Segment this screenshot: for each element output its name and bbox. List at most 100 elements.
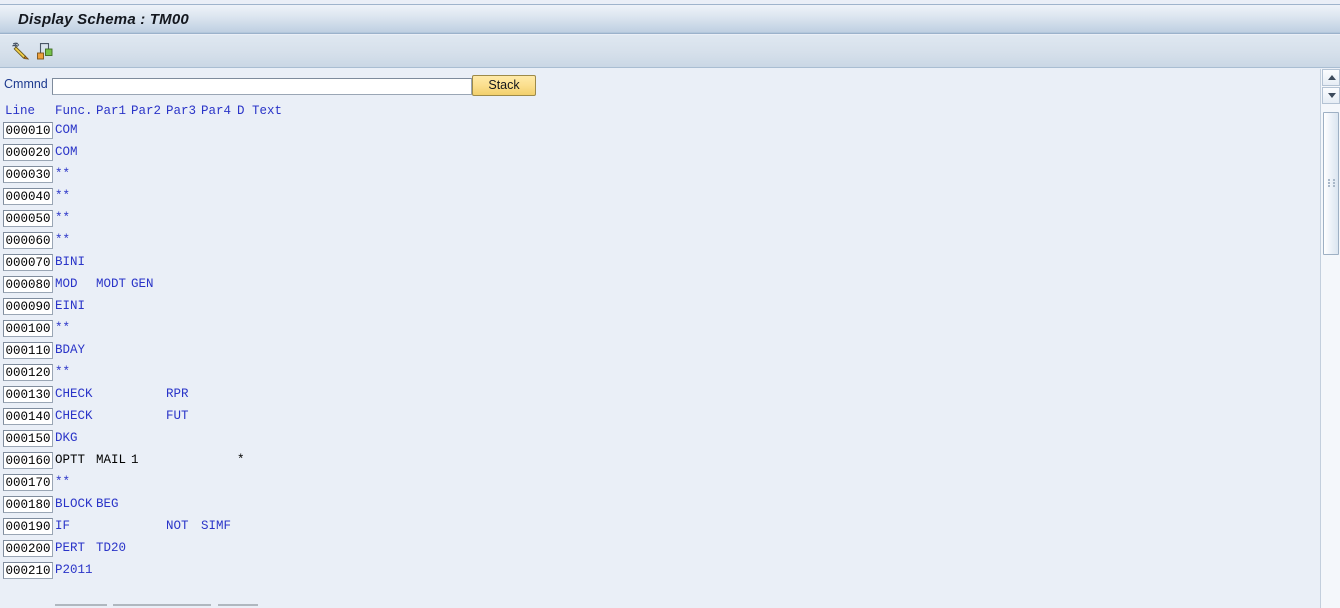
table-row[interactable]: 000050 **: [0, 210, 1320, 232]
clipped-row-strip: [0, 604, 1320, 608]
grid-column-header: Line Func. Par1 Par2 Par3 Par4 D Text: [0, 104, 1320, 120]
table-row[interactable]: 000180 BLOCK BEG: [0, 496, 1320, 518]
command-label: Cmmnd: [4, 77, 48, 91]
line-number-field[interactable]: 000100: [3, 320, 53, 337]
table-row[interactable]: 000190 IF NOT SIMF: [0, 518, 1320, 540]
column-header-par3: Par3: [166, 104, 197, 118]
line-number-field[interactable]: 000070: [3, 254, 53, 271]
cell-func[interactable]: MOD: [55, 277, 78, 292]
table-row[interactable]: 000100 **: [0, 320, 1320, 342]
table-row[interactable]: 000210 P2011: [0, 562, 1320, 584]
grip-dots-icon: [1328, 179, 1335, 187]
table-row[interactable]: 000130 CHECK RPR: [0, 386, 1320, 408]
table-row[interactable]: 000060 **: [0, 232, 1320, 254]
table-row[interactable]: 000080 MOD MODT GEN: [0, 276, 1320, 298]
cell-func[interactable]: **: [55, 365, 70, 380]
cell-func[interactable]: **: [55, 475, 70, 490]
schema-hierarchy-icon[interactable]: [34, 40, 58, 63]
line-number-field[interactable]: 000210: [3, 562, 53, 579]
cell-par3[interactable]: FUT: [166, 409, 189, 424]
column-header-text: Text: [252, 104, 283, 118]
line-number-field[interactable]: 000020: [3, 144, 53, 161]
column-header-func: Func.: [55, 104, 93, 118]
table-row[interactable]: 000040 **: [0, 188, 1320, 210]
cell-par1[interactable]: TD20: [96, 541, 126, 556]
cell-func[interactable]: **: [55, 167, 70, 182]
table-row[interactable]: 000010 COM: [0, 122, 1320, 144]
cell-func[interactable]: PERT: [55, 541, 85, 556]
line-number-field[interactable]: 000040: [3, 188, 53, 205]
line-number-field[interactable]: 000030: [3, 166, 53, 183]
cell-par1[interactable]: MAIL: [96, 453, 126, 468]
chevron-up-icon: [1328, 75, 1336, 80]
line-number-field[interactable]: 000170: [3, 474, 53, 491]
table-row[interactable]: 000090 EINI: [0, 298, 1320, 320]
cell-func[interactable]: **: [55, 189, 70, 204]
schema-grid: 000010 COM 000020 COM 000030 ** 000040 ** 000050…: [0, 122, 1320, 608]
cell-func[interactable]: IF: [55, 519, 70, 534]
line-number-field[interactable]: 000110: [3, 342, 53, 359]
column-header-par4: Par4: [201, 104, 232, 118]
page-title: Display Schema : TM00: [18, 11, 189, 28]
cell-func[interactable]: COM: [55, 123, 78, 138]
column-header-d: D: [237, 104, 245, 118]
line-number-field[interactable]: 000050: [3, 210, 53, 227]
cell-par3[interactable]: NOT: [166, 519, 189, 534]
cell-func[interactable]: BLOCK: [55, 497, 93, 512]
vertical-scrollbar[interactable]: [1320, 69, 1340, 608]
cell-par2[interactable]: GEN: [131, 277, 154, 292]
table-row[interactable]: 000020 COM: [0, 144, 1320, 166]
cell-func[interactable]: **: [55, 211, 70, 226]
scrollbar-thumb[interactable]: [1323, 112, 1339, 255]
chevron-down-icon: [1328, 93, 1336, 98]
cell-func[interactable]: BDAY: [55, 343, 85, 358]
column-header-par2: Par2: [131, 104, 162, 118]
command-input[interactable]: [52, 78, 472, 95]
line-number-field[interactable]: 000180: [3, 496, 53, 513]
cell-func[interactable]: P2011: [55, 563, 93, 578]
line-number-field[interactable]: 000080: [3, 276, 53, 293]
cell-func[interactable]: CHECK: [55, 387, 93, 402]
line-number-field[interactable]: 000150: [3, 430, 53, 447]
cell-func[interactable]: DKG: [55, 431, 78, 446]
table-row[interactable]: 000200 PERT TD20: [0, 540, 1320, 562]
stack-button[interactable]: Stack: [472, 75, 536, 96]
cell-func[interactable]: COM: [55, 145, 78, 160]
cell-func[interactable]: **: [55, 233, 70, 248]
scroll-up-button[interactable]: [1322, 69, 1340, 86]
table-row[interactable]: 000140 CHECK FUT: [0, 408, 1320, 430]
table-row[interactable]: 000110 BDAY: [0, 342, 1320, 364]
cell-func[interactable]: **: [55, 321, 70, 336]
column-header-par1: Par1: [96, 104, 127, 118]
table-row[interactable]: 000070 BINI: [0, 254, 1320, 276]
line-number-field[interactable]: 000010: [3, 122, 53, 139]
cell-func[interactable]: EINI: [55, 299, 85, 314]
cell-func[interactable]: OPTT: [55, 453, 85, 468]
table-row[interactable]: 000030 **: [0, 166, 1320, 188]
cell-par1[interactable]: MODT: [96, 277, 126, 292]
window-title-bar: Display Schema : TM00: [0, 4, 1340, 34]
table-row[interactable]: 000170 **: [0, 474, 1320, 496]
line-number-field[interactable]: 000160: [3, 452, 53, 469]
cell-par3[interactable]: RPR: [166, 387, 189, 402]
line-number-field[interactable]: 000200: [3, 540, 53, 557]
scroll-down-button[interactable]: [1322, 87, 1340, 104]
application-toolbar: © www.tutorialkart.com: [0, 35, 1340, 99]
cell-func[interactable]: BINI: [55, 255, 85, 270]
line-number-field[interactable]: 000190: [3, 518, 53, 535]
cell-par1[interactable]: BEG: [96, 497, 119, 512]
table-row[interactable]: 000150 DKG: [0, 430, 1320, 452]
sap-gui-window: Display Schema : TM00 © www.tutorialkart…: [0, 0, 1340, 608]
table-row[interactable]: 000160 OPTT MAIL 1 *: [0, 452, 1320, 474]
line-number-field[interactable]: 000060: [3, 232, 53, 249]
cell-par2[interactable]: 1: [131, 453, 139, 468]
cell-d[interactable]: *: [237, 453, 245, 468]
line-number-field[interactable]: 000090: [3, 298, 53, 315]
line-number-field[interactable]: 000140: [3, 408, 53, 425]
cell-func[interactable]: CHECK: [55, 409, 93, 424]
line-number-field[interactable]: 000130: [3, 386, 53, 403]
line-number-field[interactable]: 000120: [3, 364, 53, 381]
edit-pencil-icon[interactable]: [10, 40, 34, 63]
cell-par4[interactable]: SIMF: [201, 519, 231, 534]
table-row[interactable]: 000120 **: [0, 364, 1320, 386]
